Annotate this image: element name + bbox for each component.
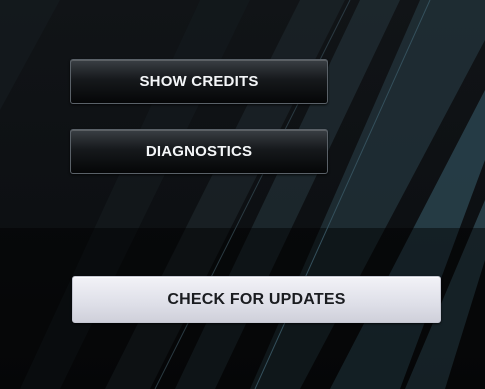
check-for-updates-label: CHECK FOR UPDATES [167,290,346,308]
diagnostics-label: DIAGNOSTICS [145,143,253,160]
settings-panel: SHOW CREDITS DIAGNOSTICS CHECK FOR UPDAT… [0,0,485,389]
show-credits-button[interactable]: SHOW CREDITS [70,59,328,104]
check-for-updates-button[interactable]: CHECK FOR UPDATES [72,276,441,323]
diagnostics-button[interactable]: DIAGNOSTICS [70,129,328,174]
show-credits-label: SHOW CREDITS [139,73,259,90]
